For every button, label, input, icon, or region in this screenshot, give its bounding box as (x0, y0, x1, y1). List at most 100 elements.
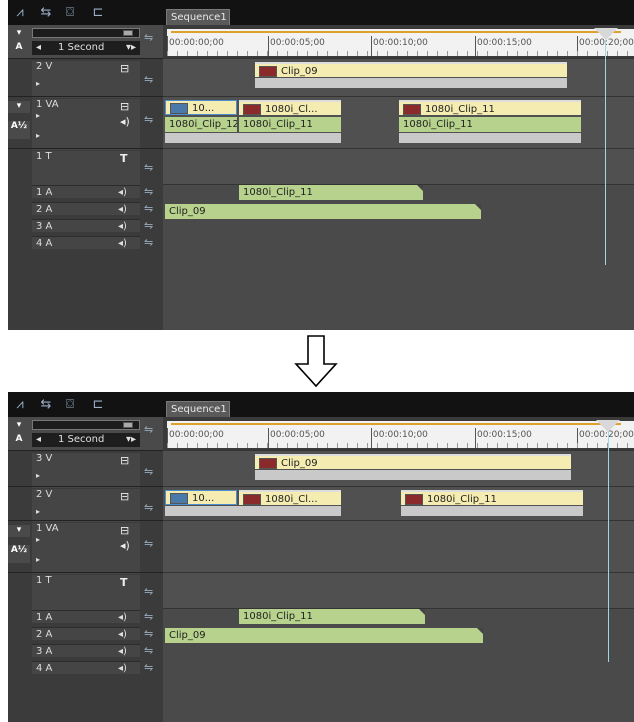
speaker-icon[interactable]: ◂) (118, 611, 127, 624)
sync-icon[interactable]: ⇋ (144, 644, 153, 657)
clip[interactable]: Clip_09 (255, 454, 571, 469)
speaker-icon[interactable]: ◂) (120, 115, 130, 128)
track-4a[interactable]: 4 A ◂) (32, 236, 140, 249)
speaker-icon[interactable]: ◂) (120, 539, 130, 552)
sync-icon[interactable]: ⇋ (144, 661, 153, 674)
zoom-slider-thumb[interactable] (123, 30, 133, 36)
link-icon[interactable]: ⌼ (60, 6, 80, 20)
sync-icon[interactable]: ⇋ (144, 501, 153, 514)
sync-icon[interactable]: ⇋ (144, 465, 153, 478)
ripple-icon[interactable]: ⇆ (36, 398, 56, 412)
track-1va[interactable]: 1 VA ▾ A½ ⊟ ◂) ▸ ▸ ⇋ (8, 520, 163, 574)
playhead-marker[interactable] (594, 28, 618, 40)
scale-left-arrow-icon[interactable]: ◂ (36, 41, 41, 55)
video-patch-icon[interactable]: ▾ (8, 101, 30, 113)
sync-icon[interactable]: ⇋ (144, 585, 153, 598)
clip[interactable]: 1080i_Clip_11 (239, 185, 423, 200)
zoom-slider[interactable] (32, 420, 140, 430)
speaker-icon[interactable]: ◂) (118, 186, 127, 199)
timecode-ruler[interactable]: 00:00:00;00 00:00:05;00 00:00:10;00 00:0… (163, 417, 634, 450)
scale-left-arrow-icon[interactable]: ◂ (36, 433, 41, 447)
tab-sequence1[interactable]: Sequence1 (166, 9, 230, 25)
clip[interactable]: 10... (165, 490, 237, 505)
video-patch-icon[interactable]: ▾ (8, 525, 30, 537)
track-1t[interactable]: 1 T T ⇋ (8, 148, 163, 186)
tab-sequence1[interactable]: Sequence1 (166, 401, 230, 417)
sync-icon[interactable]: ⇋ (144, 202, 153, 215)
expand-icon[interactable]: ▸ (36, 555, 40, 564)
clip[interactable]: 1080i_Clip_11 (401, 490, 583, 505)
speaker-icon[interactable]: ◂) (118, 237, 127, 250)
video-track-icon[interactable]: ⊟ (120, 100, 129, 113)
track-2a[interactable]: 2 A ◂) (32, 202, 140, 215)
group-icon[interactable]: ⊏ (88, 6, 108, 20)
scale-dropdown-icon[interactable]: ▾▸ (126, 433, 136, 447)
sync-icon[interactable]: ⇋ (144, 537, 153, 550)
timeline-cursor[interactable] (608, 432, 609, 662)
expand-icon[interactable]: ▸ (36, 79, 40, 88)
title-track-icon[interactable]: T (120, 152, 128, 165)
video-patch-icon[interactable]: ▾ (8, 420, 30, 432)
sync-icon[interactable]: ⇋ (144, 31, 153, 44)
expand-icon[interactable]: ▸ (36, 535, 40, 544)
audio-patch-icon[interactable]: A (8, 434, 30, 446)
video-track-icon[interactable]: ⊟ (120, 454, 129, 467)
timescale-selector[interactable]: ◂ 1 Second ▾▸ (32, 41, 140, 55)
speaker-icon[interactable]: ◂) (118, 220, 127, 233)
track-1va[interactable]: 1 VA ▾ A½ ⊟ ◂) ▸ ▸ ⇋ (8, 96, 163, 150)
sync-icon[interactable]: ⇋ (144, 423, 153, 436)
clip[interactable]: 1080i_Clip_11 (239, 609, 425, 624)
expand-icon[interactable]: ▸ (36, 111, 40, 120)
speaker-icon[interactable]: ◂) (118, 645, 127, 658)
speaker-icon[interactable]: ◂) (118, 662, 127, 675)
track-1a[interactable]: 1 A ◂) (32, 185, 140, 198)
group-icon[interactable]: ⊏ (88, 398, 108, 412)
sync-icon[interactable]: ⇋ (144, 185, 153, 198)
track-3a[interactable]: 3 A ◂) (32, 644, 140, 657)
expand-icon[interactable]: ▸ (36, 131, 40, 140)
track-1t[interactable]: 1 T T ⇋ (8, 572, 163, 610)
video-track-icon[interactable]: ⊟ (120, 62, 129, 75)
sync-icon[interactable]: ⇋ (144, 610, 153, 623)
clip[interactable]: 1080i_Cl... (239, 490, 341, 505)
expand-icon[interactable]: ▸ (36, 507, 40, 516)
zoom-slider[interactable] (32, 28, 140, 38)
track-4a[interactable]: 4 A ◂) (32, 661, 140, 674)
clip[interactable]: 1080i_Clip_11 (399, 100, 581, 115)
sync-icon[interactable]: ⇋ (144, 113, 153, 126)
expand-icon[interactable]: ▸ (36, 471, 40, 480)
track-2a[interactable]: 2 A ◂) (32, 627, 140, 640)
track-2v[interactable]: 2 V ⊟ ▸ ⇋ (8, 58, 163, 98)
timecode-ruler[interactable]: 00:00:00;00 00:00:05;00 00:00:10;00 00:0… (163, 25, 634, 58)
timescale-selector[interactable]: ◂ 1 Second ▾▸ (32, 433, 140, 447)
video-track-icon[interactable]: ⊟ (120, 490, 129, 503)
sync-icon[interactable]: ⇋ (144, 627, 153, 640)
title-track-icon[interactable]: T (120, 576, 128, 589)
track-3v[interactable]: 3 V ⊟ ▸ ⇋ (8, 450, 163, 488)
sync-icon[interactable]: ⇋ (144, 236, 153, 249)
ripple-icon[interactable]: ⇆ (36, 6, 56, 20)
playhead-marker[interactable] (596, 420, 620, 432)
sync-icon[interactable]: ⇋ (144, 73, 153, 86)
split-icon[interactable]: ⩘ (10, 6, 30, 20)
clip[interactable]: Clip_09 (165, 628, 483, 643)
audio-patch-icon[interactable]: A (8, 42, 30, 54)
timeline-cursor[interactable] (605, 40, 606, 265)
speaker-icon[interactable]: ◂) (118, 628, 127, 641)
split-icon[interactable]: ⩘ (10, 398, 30, 412)
clip[interactable]: 1080i_Clip_11 (239, 117, 341, 132)
audio-patch-icon[interactable]: A½ (8, 121, 30, 139)
clip[interactable]: 10... (165, 100, 237, 115)
clip[interactable]: 1080i_Clip_11 (399, 117, 581, 132)
clip[interactable]: Clip_09 (165, 204, 481, 219)
track-2v[interactable]: 2 V ⊟ ▸ ⇋ (8, 486, 163, 522)
track-3a[interactable]: 3 A ◂) (32, 219, 140, 232)
clip[interactable]: 1080i_Clip_12 (165, 117, 237, 132)
link-icon[interactable]: ⌼ (60, 398, 80, 412)
zoom-slider-thumb[interactable] (123, 422, 133, 428)
video-patch-icon[interactable]: ▾ (8, 28, 30, 40)
track-1a[interactable]: 1 A ◂) (32, 610, 140, 623)
sync-icon[interactable]: ⇋ (144, 161, 153, 174)
audio-patch-icon[interactable]: A½ (8, 545, 30, 563)
speaker-icon[interactable]: ◂) (118, 203, 127, 216)
